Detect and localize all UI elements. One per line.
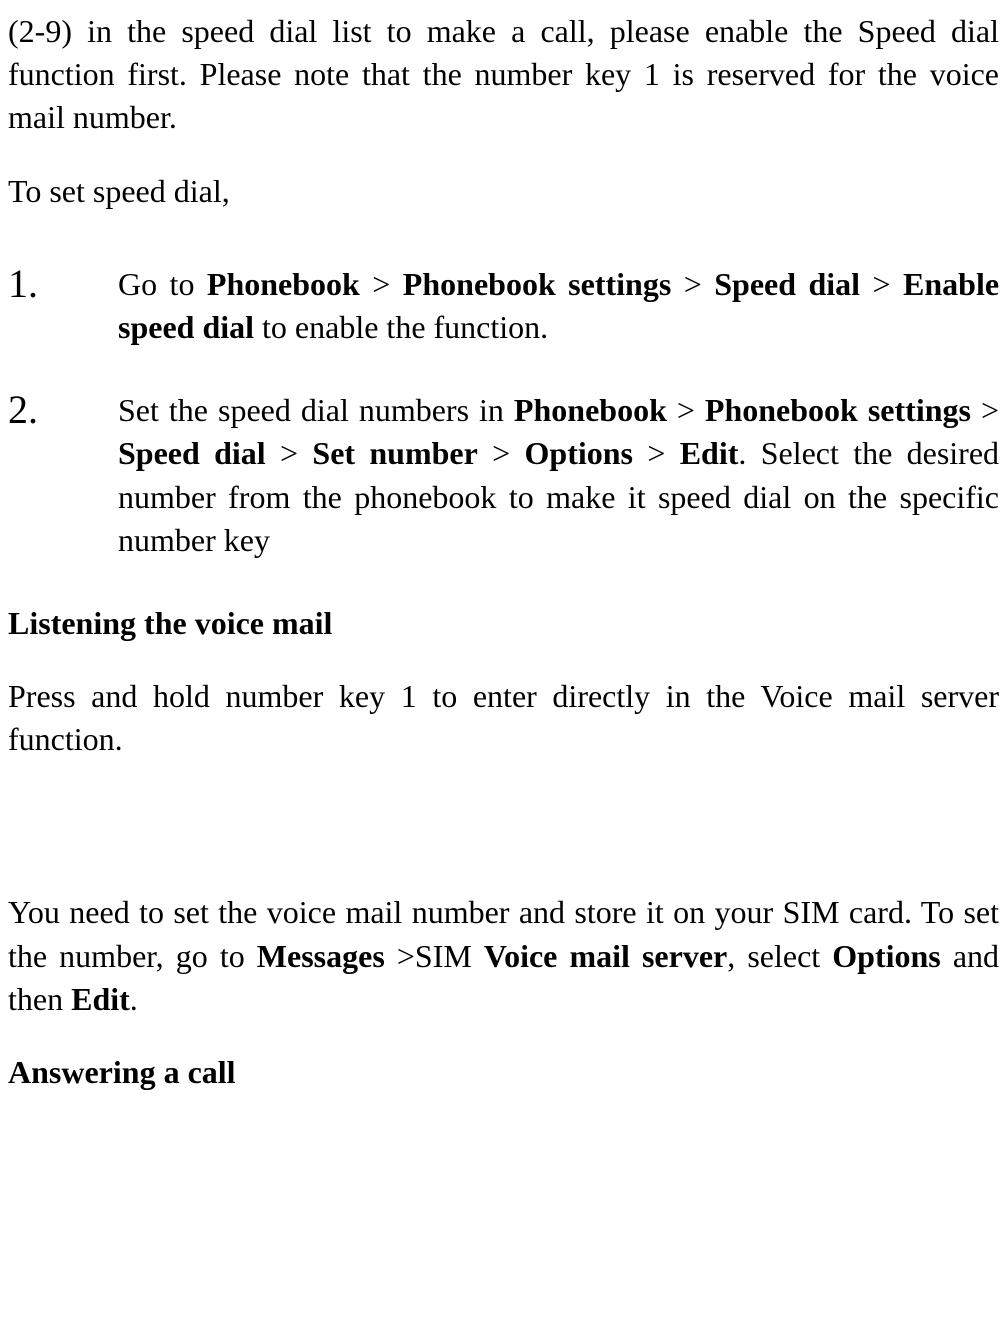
- voicemail-paragraph: Press and hold number key 1 to enter dir…: [8, 675, 999, 761]
- text: Listening the voice mail: [8, 605, 332, 641]
- separator: >: [860, 266, 903, 302]
- separator: >: [671, 266, 714, 302]
- menu-edit: Edit: [71, 981, 130, 1017]
- text: Answering a call: [8, 1054, 236, 1090]
- separator: >: [266, 435, 313, 471]
- step-number: 1.: [8, 257, 38, 311]
- separator: >: [971, 392, 999, 428]
- text: .: [130, 981, 138, 1017]
- step-number: 2.: [8, 383, 38, 437]
- text: to enable the function.: [254, 309, 548, 345]
- menu-phonebook: Phonebook: [207, 266, 360, 302]
- menu-phonebook: Phonebook: [514, 392, 667, 428]
- text: , select: [727, 938, 832, 974]
- set-speed-dial-intro: To set speed dial,: [8, 170, 999, 213]
- separator: >: [667, 392, 705, 428]
- text: >SIM: [397, 938, 484, 974]
- heading-answering: Answering a call: [8, 1051, 999, 1094]
- separator: >: [360, 266, 403, 302]
- text: Press and hold number key 1 to enter dir…: [8, 678, 999, 757]
- steps-list: 1. Go to Phonebook > Phonebook settings …: [8, 263, 999, 562]
- intro-continuation: (2-9) in the speed dial list to make a c…: [8, 10, 999, 140]
- text: To set speed dial,: [8, 173, 230, 209]
- menu-edit: Edit: [680, 435, 739, 471]
- separator: >: [478, 435, 525, 471]
- menu-speed-dial: Speed dial: [714, 266, 860, 302]
- menu-options: Options: [832, 938, 940, 974]
- text: Set the speed dial numbers in: [118, 392, 514, 428]
- voicemail-setup-paragraph: You need to set the voice mail number an…: [8, 891, 999, 1021]
- separator: >: [633, 435, 680, 471]
- menu-speed-dial: Speed dial: [118, 435, 266, 471]
- menu-voice-mail-server: Voice mail server: [484, 938, 727, 974]
- step-1: 1. Go to Phonebook > Phonebook settings …: [8, 263, 999, 349]
- menu-set-number: Set number: [312, 435, 477, 471]
- menu-messages: Messages: [257, 938, 397, 974]
- text: (2-9) in the speed dial list to make a c…: [8, 13, 999, 135]
- menu-phonebook-settings: Phonebook settings: [705, 392, 971, 428]
- heading-voicemail: Listening the voice mail: [8, 602, 999, 645]
- menu-phonebook-settings: Phonebook settings: [403, 266, 672, 302]
- step-2: 2. Set the speed dial numbers in Phonebo…: [8, 389, 999, 562]
- menu-options: Options: [525, 435, 633, 471]
- text: Go to: [118, 266, 207, 302]
